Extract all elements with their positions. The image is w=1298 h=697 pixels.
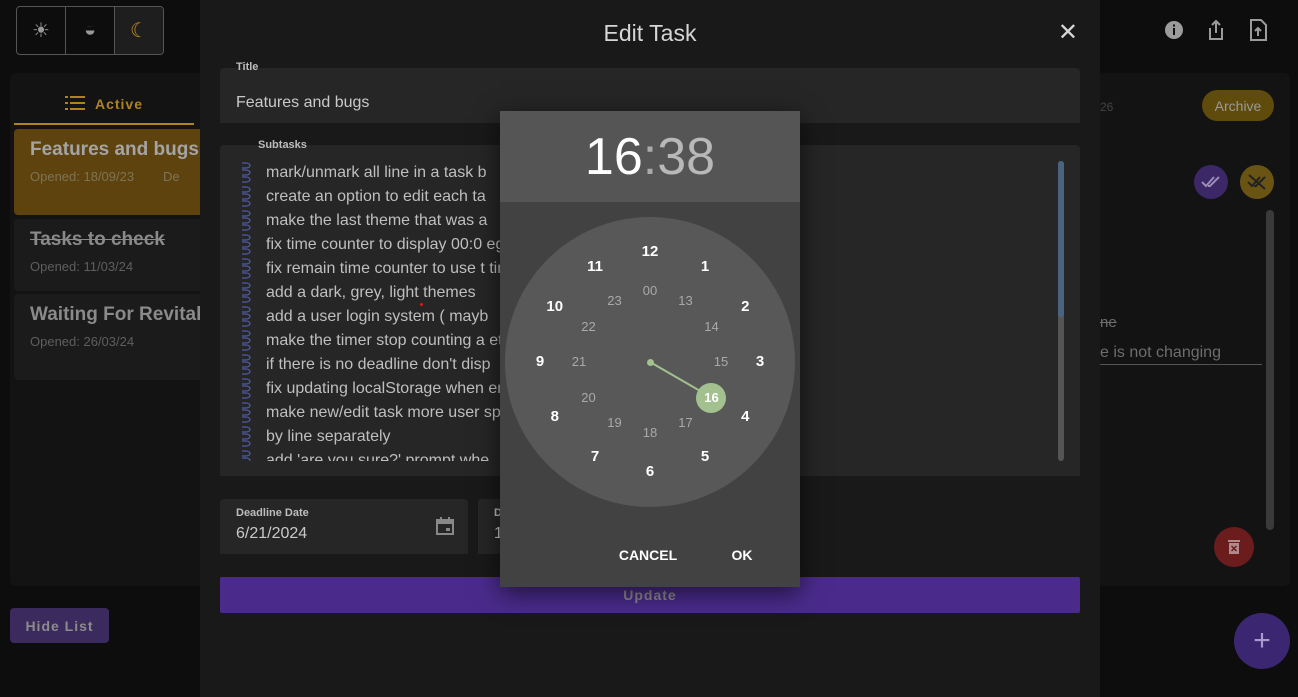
dialog-title: Edit Task [603, 20, 697, 46]
clock-hour-13[interactable]: 13 [671, 291, 701, 311]
time-picker-header: 16:38 [500, 111, 800, 202]
task-opened-date: Opened: 18/09/23 De [30, 169, 180, 184]
detail-scrollbar[interactable] [1266, 210, 1274, 530]
tab-active-label: Active [94, 96, 144, 112]
detail-partial-line: ne [1100, 314, 1117, 331]
dark-theme-button[interactable]: ☾ [115, 7, 163, 54]
drag-handle-icon[interactable] [240, 161, 266, 185]
detail-partial-text: 26 [1100, 100, 1114, 114]
time-picker: 16:38 12 1 2 3 4 5 6 7 8 9 10 11 00 13 14 15 16 17 18 19 20 2… [500, 111, 800, 587]
task-title: Waiting For Revital [30, 304, 202, 325]
clock-center-dot [646, 358, 654, 366]
mark-all-done-icon[interactable] [1194, 165, 1228, 199]
drag-handle-icon[interactable] [240, 425, 266, 449]
top-toolbar [1162, 18, 1270, 42]
clock-hour-16[interactable]: 16 [696, 388, 726, 408]
clock-hour-18[interactable]: 18 [635, 423, 665, 443]
subtasks-field-label: Subtasks [258, 139, 307, 151]
scrollbar-thumb[interactable] [1058, 161, 1064, 317]
clock-hour-4[interactable]: 4 [730, 407, 760, 427]
clock-hour-22[interactable]: 22 [574, 317, 604, 337]
task-opened-date: Opened: 11/03/24 [30, 259, 134, 274]
task-title: Tasks to check [30, 229, 165, 250]
task-detail-panel [1098, 73, 1290, 586]
clock-hour-6[interactable]: 6 [635, 462, 665, 482]
add-task-button[interactable]: + [1234, 613, 1290, 669]
task-card[interactable]: Tasks to check Opened: 11/03/24 [14, 219, 220, 291]
app-root: ☀ ◒ ☾ Active Features and bugs Opened: 1… [0, 0, 1298, 697]
clock-hour-7[interactable]: 7 [580, 447, 610, 467]
task-card[interactable]: Waiting For Revital Opened: 26/03/24 [14, 294, 220, 380]
clock-hour-14[interactable]: 14 [696, 317, 726, 337]
calendar-icon[interactable] [436, 517, 454, 540]
share-icon[interactable] [1204, 18, 1228, 42]
clock-hour-11[interactable]: 11 [580, 257, 610, 277]
clock-hour-20[interactable]: 20 [574, 388, 604, 408]
drag-handle-icon[interactable] [240, 233, 266, 257]
close-icon[interactable]: ✕ [1058, 18, 1078, 47]
theme-toggle: ☀ ◒ ☾ [16, 6, 164, 55]
minute-display[interactable]: 38 [657, 127, 715, 187]
time-picker-actions: CANCEL OK [500, 523, 800, 587]
clock-hour-21[interactable]: 21 [564, 352, 594, 372]
clock-hour-17[interactable]: 17 [671, 413, 701, 433]
clock-hour-23[interactable]: 23 [600, 291, 630, 311]
delete-task-button[interactable] [1214, 527, 1254, 567]
drag-handle-icon[interactable] [240, 209, 266, 233]
unmark-all-icon[interactable] [1240, 165, 1274, 199]
clock-hour-9[interactable]: 9 [525, 352, 555, 372]
time-separator: : [642, 127, 658, 186]
archive-button[interactable]: Archive [1202, 90, 1274, 121]
clock-dial[interactable]: 12 1 2 3 4 5 6 7 8 9 10 11 00 13 14 15 16 17 18 19 20 21 22 23 [505, 217, 795, 507]
sunset-icon: ◒ [83, 19, 97, 41]
hour-display[interactable]: 16 [585, 127, 643, 187]
deadline-date-field[interactable]: Deadline Date 6/21/2024 [220, 499, 468, 554]
drag-handle-icon[interactable] [240, 353, 266, 377]
deadline-date-value[interactable]: 6/21/2024 [236, 525, 307, 543]
clock-hour-5[interactable]: 5 [690, 447, 720, 467]
task-card[interactable]: Features and bugs Opened: 18/09/23 De [14, 129, 220, 215]
moon-icon: ☾ [130, 20, 148, 42]
title-field-value[interactable]: Features and bugs [236, 94, 369, 112]
info-icon[interactable] [1162, 18, 1186, 42]
clock-hour-12[interactable]: 12 [635, 242, 665, 262]
clock-hour-10[interactable]: 10 [540, 297, 570, 317]
tab-active[interactable]: Active [14, 85, 194, 125]
plus-icon: + [1253, 624, 1271, 657]
drag-handle-icon[interactable] [240, 305, 266, 329]
dim-theme-button[interactable]: ◒ [66, 7, 115, 54]
task-title: Features and bugs [30, 139, 199, 160]
clock-hour-1[interactable]: 1 [690, 257, 720, 277]
drag-handle-icon[interactable] [240, 281, 266, 305]
clock-hour-8[interactable]: 8 [540, 407, 570, 427]
drag-handle-icon[interactable] [240, 401, 266, 425]
detail-partial-line: e is not changing [1100, 344, 1262, 365]
clock-hour-00[interactable]: 00 [635, 281, 665, 301]
hide-list-button[interactable]: Hide List [10, 608, 109, 643]
trash-icon [1228, 540, 1240, 554]
cancel-button[interactable]: CANCEL [618, 537, 678, 573]
drag-handle-icon[interactable] [240, 449, 266, 461]
title-field-label: Title [236, 61, 259, 73]
deadline-date-label: Deadline Date [236, 507, 309, 519]
drag-handle-icon[interactable] [240, 185, 266, 209]
drag-handle-icon[interactable] [240, 257, 266, 281]
light-theme-button[interactable]: ☀ [17, 7, 66, 54]
drag-handle-icon[interactable] [240, 377, 266, 401]
sun-icon: ☀ [32, 20, 50, 42]
export-file-icon[interactable] [1246, 18, 1270, 42]
cursor-dot [420, 303, 423, 306]
task-opened-date: Opened: 26/03/24 [30, 334, 135, 349]
subtasks-scrollbar[interactable] [1058, 161, 1064, 461]
clock-hour-3[interactable]: 3 [745, 352, 775, 372]
drag-handle-icon[interactable] [240, 329, 266, 353]
list-icon [64, 95, 85, 114]
ok-button[interactable]: OK [724, 537, 760, 573]
clock-hour-2[interactable]: 2 [730, 297, 760, 317]
clock-hour-19[interactable]: 19 [600, 413, 630, 433]
clock-hour-15[interactable]: 15 [706, 352, 736, 372]
